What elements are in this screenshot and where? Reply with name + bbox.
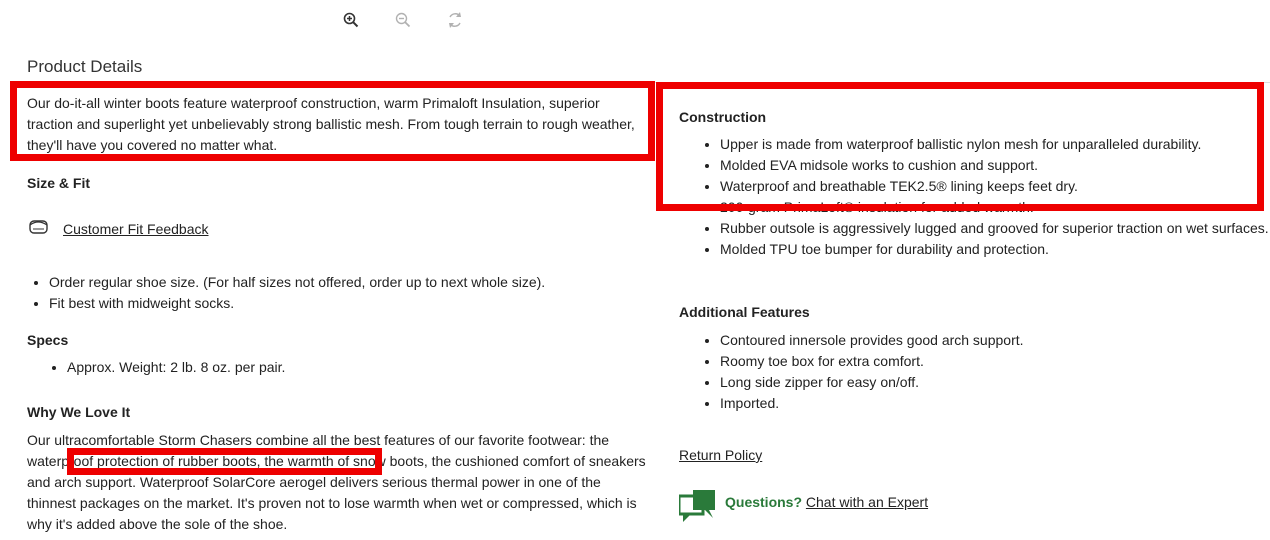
list-item: Contoured innersole provides good arch s… (720, 330, 1270, 351)
list-item: Molded EVA midsole works to cushion and … (720, 155, 1270, 176)
list-item: Fit best with midweight socks. (49, 293, 669, 314)
chat-with-expert-link[interactable]: Chat with an Expert (806, 494, 928, 510)
intro-paragraph: Our do-it-all winter boots feature water… (27, 95, 635, 153)
specs-list: Approx. Weight: 2 lb. 8 oz. per pair. (45, 357, 667, 378)
list-item: Long side zipper for easy on/off. (720, 372, 1270, 393)
specs-heading: Specs (27, 332, 69, 348)
questions-chat: Questions? Chat with an Expert (677, 490, 928, 527)
why-paragraph: Our ultracomfortable Storm Chasers combi… (27, 432, 646, 532)
questions-text: Questions? Chat with an Expert (725, 494, 928, 510)
additional-features-list: Contoured innersole provides good arch s… (698, 330, 1270, 414)
why-heading: Why We Love It (27, 404, 131, 420)
divider (650, 82, 1270, 83)
list-item: Upper is made from waterproof ballistic … (720, 134, 1270, 155)
return-policy-link[interactable]: Return Policy (679, 447, 762, 463)
customer-fit-feedback[interactable]: Customer Fit Feedback (27, 215, 209, 242)
list-item: Imported. (720, 393, 1270, 414)
list-item: Roomy toe box for extra comfort. (720, 351, 1270, 372)
list-item: Molded TPU toe bumper for durability and… (720, 239, 1270, 260)
list-item: Approx. Weight: 2 lb. 8 oz. per pair. (67, 357, 667, 378)
shoe-fit-icon (27, 215, 51, 242)
list-item: Rubber outsole is aggressively lugged an… (720, 218, 1270, 239)
additional-features-heading: Additional Features (679, 304, 810, 320)
image-toolbar (340, 6, 466, 34)
zoom-in-icon[interactable] (340, 9, 362, 31)
construction-heading: Construction (679, 109, 767, 125)
rotate-icon[interactable] (444, 9, 466, 31)
questions-label: Questions? (725, 494, 803, 510)
customer-fit-feedback-link[interactable]: Customer Fit Feedback (63, 221, 209, 237)
chat-bubbles-icon (677, 490, 717, 527)
size-fit-heading: Size & Fit (27, 175, 91, 191)
list-item: Order regular shoe size. (For half sizes… (49, 272, 669, 293)
list-item: Waterproof and breathable TEK2.5® lining… (720, 176, 1270, 197)
section-title: Product Details (27, 57, 143, 76)
construction-list: Upper is made from waterproof ballistic … (698, 134, 1270, 260)
size-fit-list: Order regular shoe size. (For half sizes… (27, 272, 669, 314)
list-item: 200-gram PrimaLoft® insulation for added… (720, 197, 1270, 218)
zoom-out-icon[interactable] (392, 9, 414, 31)
